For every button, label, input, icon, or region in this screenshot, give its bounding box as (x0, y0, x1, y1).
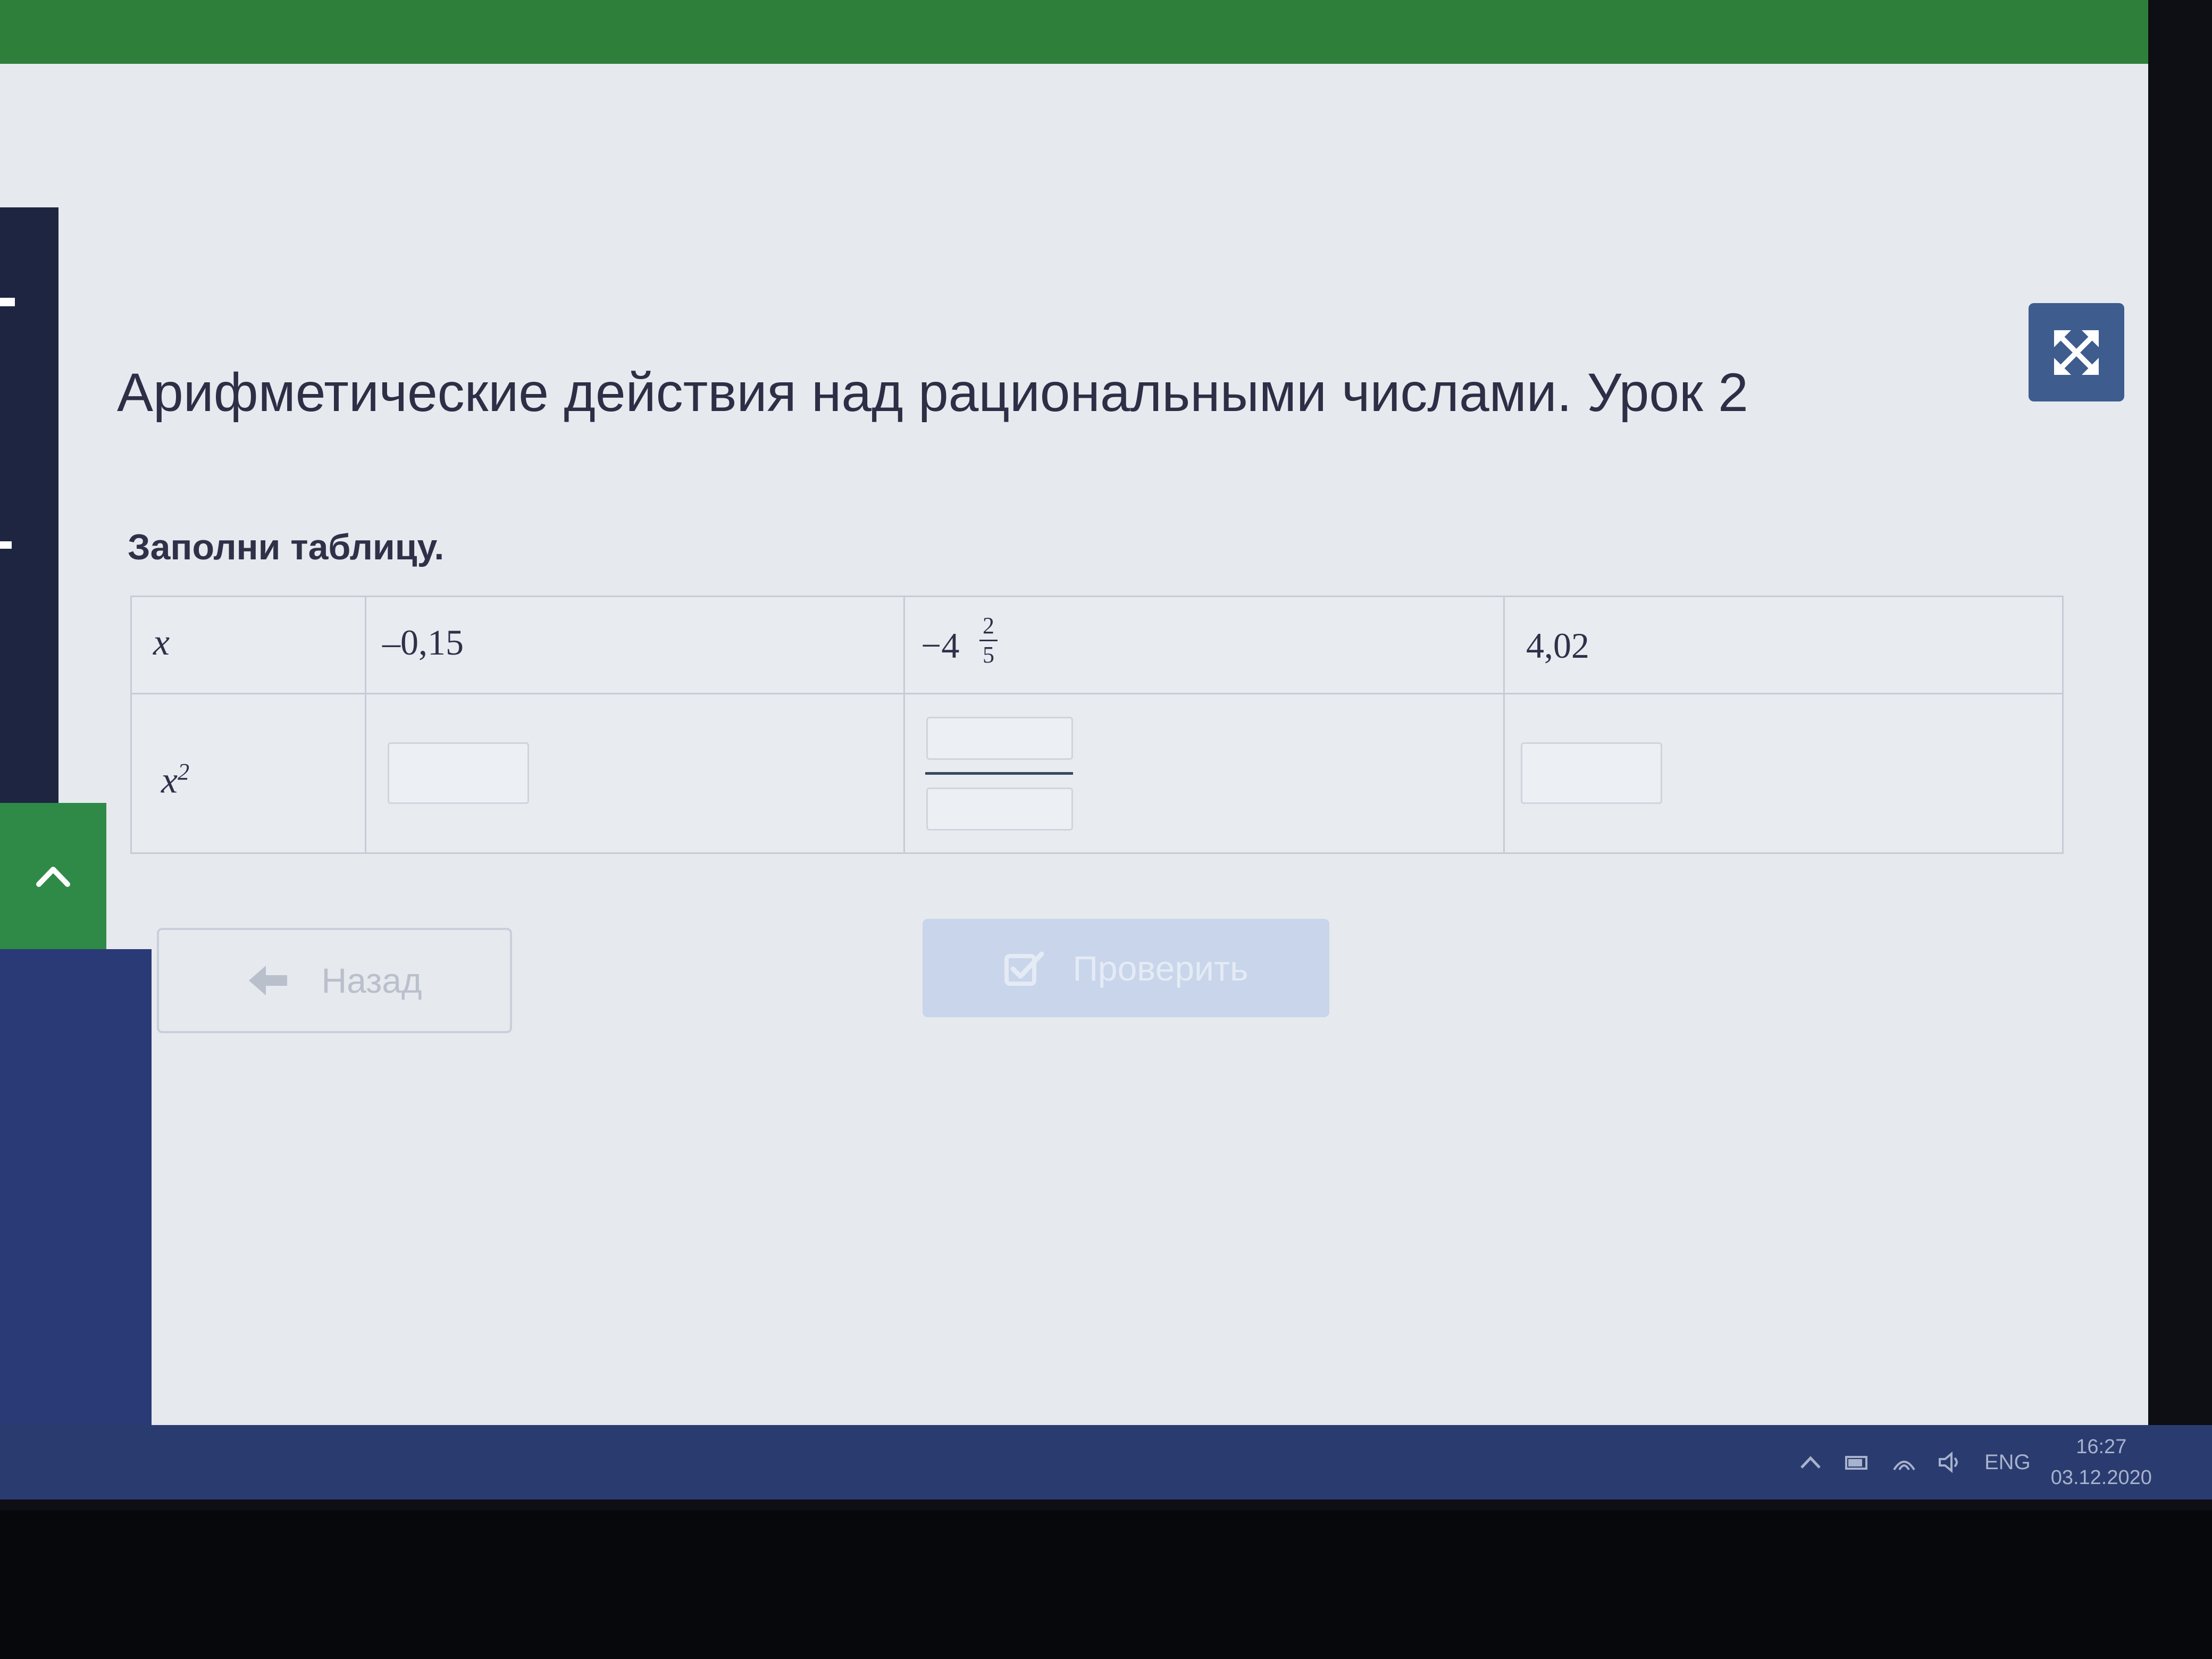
table-cell: –0,15 (366, 597, 905, 693)
row-label-x: x (153, 622, 170, 663)
task-prompt: Заполни таблицу. (128, 527, 445, 567)
scroll-up-button[interactable] (0, 803, 106, 949)
table-cell: x (132, 597, 366, 693)
table-row: x –0,15 −4 2 5 4,02 (132, 597, 2062, 694)
table-cell: x2 (132, 694, 366, 852)
sidebar-marker (0, 298, 15, 306)
row-label-x2: x2 (161, 758, 189, 802)
screen: Арифметические действия над рациональным… (0, 0, 2148, 1489)
fraction-denominator: 5 (983, 642, 994, 668)
clock-time: 16:27 (2076, 1436, 2127, 1458)
check-button-label: Проверить (1073, 948, 1249, 988)
monitor-bezel (0, 1510, 2212, 1659)
value-cell-whole: −4 (921, 625, 960, 666)
chevron-up-icon (36, 866, 70, 887)
table-cell (905, 694, 1505, 852)
left-panel (0, 949, 152, 1478)
page-title: Арифметические действия над рациональным… (117, 362, 1748, 423)
back-button[interactable]: Назад (157, 928, 512, 1033)
speaker-icon[interactable] (1938, 1452, 1964, 1473)
system-tray: ENG 16:27 03.12.2020 (1797, 1430, 2152, 1494)
row-label-x2-base: x (161, 760, 178, 801)
table-cell (366, 694, 905, 852)
fullscreen-button[interactable] (2029, 303, 2124, 401)
check-button[interactable]: Проверить (923, 919, 1329, 1017)
denominator-input[interactable] (926, 787, 1073, 831)
battery-icon[interactable] (1844, 1452, 1871, 1473)
clock[interactable]: 16:27 03.12.2020 (2051, 1431, 2152, 1493)
table-cell: 4,02 (1505, 597, 2062, 693)
exercise-table: x –0,15 −4 2 5 4,02 x2 (130, 596, 2064, 854)
value-cell-fraction: 2 5 (979, 612, 998, 669)
answer-input[interactable] (388, 742, 529, 804)
expand-icon (2054, 330, 2099, 375)
back-button-label: Назад (321, 961, 422, 1000)
fraction-numerator: 2 (979, 612, 998, 641)
answer-input[interactable] (1521, 742, 1662, 804)
table-cell (1505, 694, 2062, 852)
table-cell: −4 2 5 (905, 597, 1505, 693)
clock-date: 03.12.2020 (2050, 1467, 2152, 1489)
checkbox-icon (1004, 951, 1044, 986)
row-label-x2-exponent: 2 (178, 759, 190, 785)
up-caret-icon[interactable] (1797, 1452, 1824, 1473)
fraction-bar (925, 772, 1073, 775)
network-icon[interactable] (1891, 1452, 1917, 1473)
table-row: x2 (132, 694, 2062, 852)
language-indicator[interactable]: ENG (1984, 1451, 2031, 1474)
sidebar-marker (0, 541, 12, 549)
numerator-input[interactable] (926, 717, 1073, 760)
value-cell: –0,15 (382, 622, 464, 663)
value-cell: 4,02 (1526, 625, 1589, 666)
top-header-bar (0, 0, 2148, 64)
arrow-left-icon (249, 966, 288, 995)
